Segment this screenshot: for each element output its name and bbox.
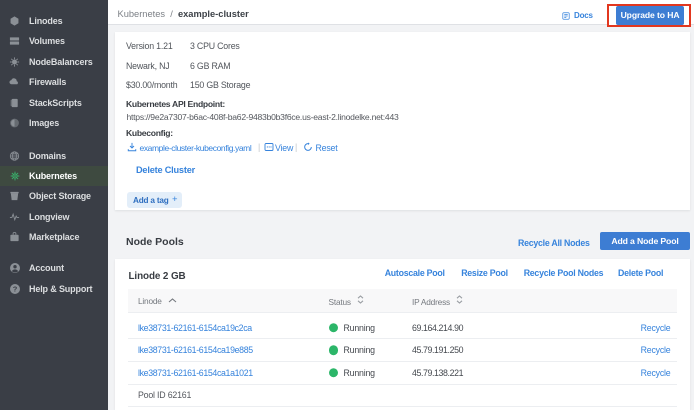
svg-text:?: ? [13, 285, 18, 294]
